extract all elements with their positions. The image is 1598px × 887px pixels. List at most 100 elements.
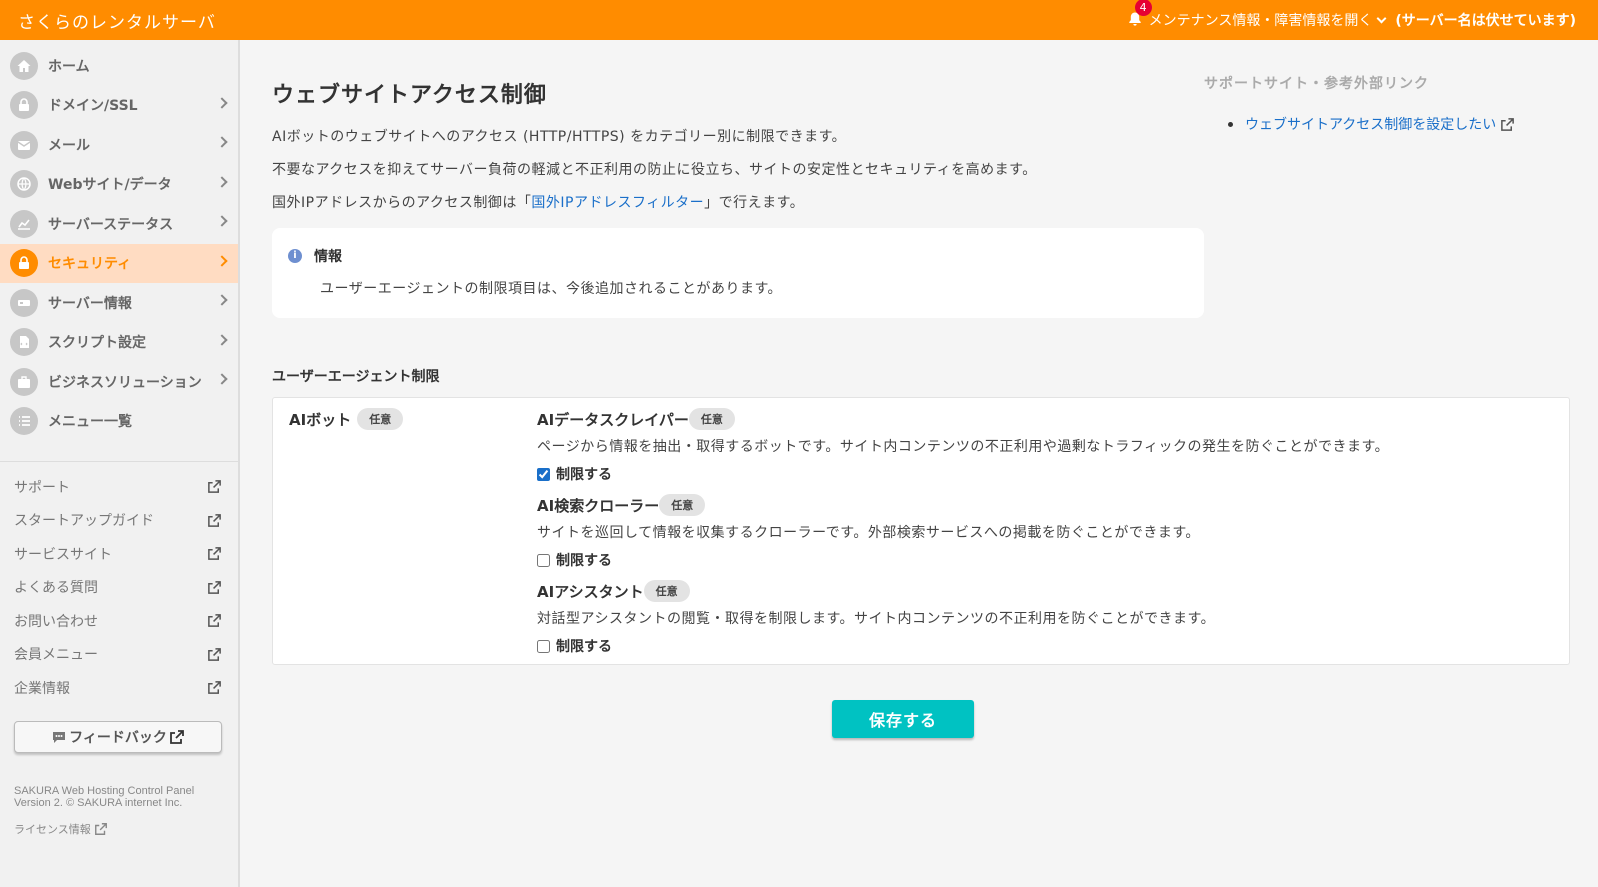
- optional-badge: 任意: [357, 408, 404, 430]
- chevron-right-icon: [216, 333, 228, 346]
- briefcase-icon: [10, 367, 38, 396]
- ext-link-member-menu[interactable]: 会員メニュー: [0, 638, 238, 672]
- restrict-checkbox[interactable]: [537, 553, 550, 567]
- sidebar-item-label: セキュリティ: [48, 256, 132, 273]
- optional-badge: 任意: [688, 408, 735, 430]
- ext-link-support[interactable]: サポート: [0, 470, 238, 504]
- bullet: [1228, 121, 1233, 127]
- external-link-icon: [169, 729, 184, 744]
- description-line: AIボットのウェブサイトへのアクセス (HTTP/HTTPS) をカテゴリー別に…: [272, 129, 847, 145]
- top-header: さくらのレンタルサーバ 4 メンテナンス情報・障害情報を開く (サーバー名は伏せ…: [0, 0, 1598, 40]
- info-body: ユーザーエージェントの制限項目は、今後追加されることがあります。: [320, 281, 783, 297]
- sidebar-item-label: スクリプト設定: [48, 335, 146, 352]
- chevron-right-icon: [216, 294, 228, 306]
- sidebar-item-server-info[interactable]: サーバー情報: [0, 283, 238, 323]
- external-link-icon: [208, 681, 221, 695]
- chart-icon: [10, 209, 38, 238]
- sidebar-item-mail[interactable]: メール: [0, 125, 238, 165]
- mail-icon: [10, 130, 38, 159]
- support-links-title: サポートサイト・参考外部リンク: [1204, 76, 1429, 92]
- option-ai-assistant: AIアシスタント 任意 対話型アシスタントの閲覧・取得を制限します。サイト内コン…: [537, 580, 1215, 656]
- chat-icon: [53, 731, 66, 743]
- checkbox-label: 制限する: [556, 467, 612, 483]
- ext-link-faq[interactable]: よくある質問: [0, 571, 238, 605]
- sidebar: ホーム ドメイン/SSL メール Webサイト/データ サーバーステータス セキ…: [0, 40, 240, 887]
- external-link-icon: [1501, 117, 1515, 131]
- option-title: AIアシスタント 任意: [537, 580, 1215, 602]
- sidebar-item-website-data[interactable]: Webサイト/データ: [0, 165, 238, 205]
- option-description: ページから情報を抽出・取得するボットです。サイト内コンテンツの不正利用や過剰なト…: [537, 439, 1390, 455]
- sidebar-item-label: サーバーステータス: [48, 216, 174, 233]
- option-title-text: AIアシスタント: [537, 582, 644, 601]
- restrict-checkbox[interactable]: [537, 467, 550, 481]
- globe-icon: [10, 170, 38, 199]
- header-right: 4 メンテナンス情報・障害情報を開く (サーバー名は伏せています): [1127, 0, 1576, 30]
- optional-badge: 任意: [643, 580, 690, 602]
- restrict-checkbox-row[interactable]: 制限する: [537, 636, 1215, 656]
- chevron-right-icon: [216, 175, 228, 188]
- info-box: i 情報 ユーザーエージェントの制限項目は、今後追加されることがあります。: [272, 228, 1204, 318]
- external-link-icon: [208, 480, 221, 494]
- restrict-checkbox[interactable]: [537, 639, 550, 653]
- sidebar-item-server-status[interactable]: サーバーステータス: [0, 204, 238, 244]
- sidebar-divider: [0, 461, 238, 462]
- info-title: 情報: [314, 249, 342, 265]
- brand-logo[interactable]: さくらのレンタルサーバ: [18, 8, 216, 33]
- sidebar-item-security[interactable]: セキュリティ: [0, 243, 238, 283]
- checkbox-label: 制限する: [556, 553, 612, 569]
- bell-icon[interactable]: 4: [1127, 0, 1152, 29]
- sidebar-item-home[interactable]: ホーム: [0, 46, 238, 86]
- support-link[interactable]: ウェブサイトアクセス制御を設定したい: [1228, 114, 1515, 134]
- restrict-checkbox-row[interactable]: 制限する: [537, 464, 1389, 484]
- ext-link-label: 企業情報: [14, 680, 70, 697]
- sidebar-nav: ホーム ドメイン/SSL メール Webサイト/データ サーバーステータス セキ…: [0, 40, 238, 441]
- ext-link-contact[interactable]: お問い合わせ: [0, 604, 238, 638]
- save-button[interactable]: 保存する: [832, 700, 974, 738]
- maintenance-link[interactable]: メンテナンス情報・障害情報を開く: [1149, 10, 1373, 30]
- ext-link-label: スタートアップガイド: [14, 513, 154, 530]
- option-title-text: AIデータスクレイパー: [537, 410, 689, 429]
- external-link-icon: [208, 580, 221, 594]
- ext-link-label: お問い合わせ: [14, 613, 98, 630]
- ext-link-label: よくある質問: [14, 580, 98, 597]
- sidebar-item-label: ドメイン/SSL: [48, 98, 138, 115]
- external-link-icon: [208, 614, 221, 628]
- ext-link-label: 会員メニュー: [14, 647, 98, 664]
- license-label: ライセンス情報: [14, 822, 91, 836]
- server-icon: [10, 288, 38, 317]
- chevron-down-icon[interactable]: [1376, 13, 1387, 23]
- option-ai-data-scraper: AIデータスクレイパー 任意 ページから情報を抽出・取得するボットです。サイト内…: [537, 408, 1389, 484]
- page-title: ウェブサイトアクセス制御: [272, 83, 547, 108]
- ext-link-service-site[interactable]: サービスサイト: [0, 537, 238, 571]
- sidebar-item-domain-ssl[interactable]: ドメイン/SSL: [0, 86, 238, 126]
- chevron-right-icon: [216, 136, 228, 148]
- sidebar-item-label: サーバー情報: [48, 295, 132, 312]
- chevron-right-icon: [216, 254, 228, 267]
- option-title: AIデータスクレイパー 任意: [537, 408, 1389, 430]
- restrict-checkbox-row[interactable]: 制限する: [537, 550, 1200, 570]
- row-label: AIボット 任意: [289, 408, 404, 430]
- sidebar-item-script-settings[interactable]: スクリプト設定: [0, 323, 238, 363]
- home-icon: [10, 51, 38, 80]
- row-label-text: AIボット: [289, 410, 352, 429]
- copyright: SAKURA Web Hosting Control Panel Version…: [14, 785, 238, 809]
- sidebar-item-label: メール: [48, 137, 90, 154]
- support-link-text[interactable]: ウェブサイトアクセス制御を設定したい: [1245, 114, 1496, 134]
- chevron-right-icon: [216, 215, 228, 227]
- description-line: 国外IPアドレスからのアクセス制御は「国外IPアドレスフィルター」で行えます。: [272, 192, 804, 212]
- license-link[interactable]: ライセンス情報: [14, 821, 238, 837]
- ext-link-company-info[interactable]: 企業情報: [0, 671, 238, 705]
- geo-ip-filter-link[interactable]: 国外IPアドレスフィルター: [531, 195, 704, 211]
- description-line: 不要なアクセスを抑えてサーバー負荷の軽減と不正利用の防止に役立ち、サイトの安定性…: [272, 162, 1037, 178]
- ext-link-startup-guide[interactable]: スタートアップガイド: [0, 504, 238, 538]
- sidebar-item-business-solutions[interactable]: ビジネスソリューション: [0, 362, 238, 402]
- copyright-line: SAKURA Web Hosting Control Panel: [14, 784, 195, 797]
- ext-link-label: サービスサイト: [14, 546, 112, 563]
- sidebar-item-menu-list[interactable]: メニュー一覧: [0, 402, 238, 442]
- lock-icon: [10, 249, 38, 278]
- option-description: 対話型アシスタントの閲覧・取得を制限します。サイト内コンテンツの不正利用を防ぐこ…: [537, 611, 1216, 627]
- sidebar-item-label: ビジネスソリューション: [48, 374, 202, 391]
- script-icon: [10, 328, 38, 357]
- external-link-icon: [208, 647, 221, 661]
- feedback-button[interactable]: フィードバック: [14, 720, 222, 753]
